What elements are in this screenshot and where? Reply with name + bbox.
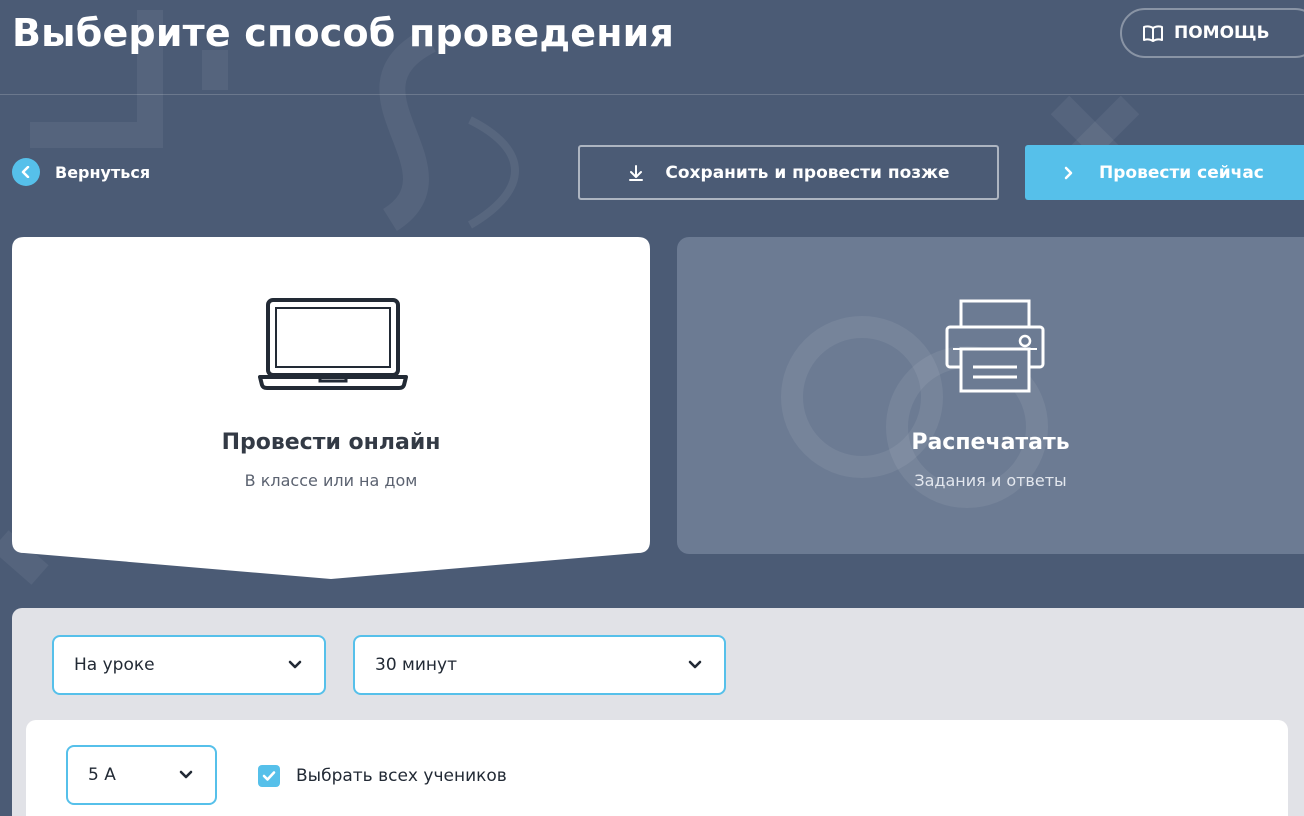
duration-select[interactable]: 30 минут <box>353 635 726 695</box>
back-link[interactable]: Вернуться <box>12 158 150 186</box>
lesson-type-value: На уроке <box>74 655 155 675</box>
mode-print-subtitle: Задания и ответы <box>914 471 1067 490</box>
mode-card-print[interactable]: Распечатать Задания и ответы <box>677 237 1304 554</box>
chevron-down-icon <box>179 770 193 780</box>
chevron-right-icon <box>1063 166 1075 180</box>
duration-value: 30 минут <box>375 655 457 675</box>
laptop-icon <box>258 297 408 393</box>
checkbox-checked-icon[interactable] <box>258 765 280 787</box>
book-icon <box>1142 24 1164 42</box>
chevron-down-icon <box>688 660 702 670</box>
save-later-label: Сохранить и провести позже <box>665 162 950 183</box>
help-button[interactable]: ПОМОЩЬ <box>1120 8 1304 58</box>
download-icon <box>627 164 645 182</box>
page-title: Выберите способ проведения <box>12 11 675 55</box>
chevron-down-icon <box>288 660 302 670</box>
card-decoration <box>781 316 1048 508</box>
save-later-button[interactable]: Сохранить и провести позже <box>578 145 999 200</box>
page: Выберите способ проведения ПОМОЩЬ Вернут… <box>0 0 1304 816</box>
mode-card-online[interactable]: Провести онлайн В классе или на дом <box>12 237 650 579</box>
mode-print-title: Распечатать <box>911 430 1070 455</box>
printer-icon <box>944 299 1046 395</box>
run-now-button[interactable]: Провести сейчас <box>1025 145 1304 200</box>
class-value: 5 А <box>88 765 116 785</box>
select-all-students-toggle[interactable]: Выбрать всех учеников <box>258 764 507 788</box>
header-divider <box>0 94 1304 95</box>
back-label: Вернуться <box>55 162 151 182</box>
card-shape <box>12 237 650 579</box>
help-label: ПОМОЩЬ <box>1174 23 1270 43</box>
students-card: 5 А Выбрать всех учеников <box>26 720 1288 816</box>
run-now-label: Провести сейчас <box>1099 162 1264 183</box>
class-select[interactable]: 5 А <box>66 745 217 805</box>
chevron-left-icon <box>12 158 40 186</box>
mode-online-title: Провести онлайн <box>221 430 441 455</box>
mode-online-subtitle: В классе или на дом <box>244 471 418 490</box>
settings-panel: На уроке 30 минут 5 А Выбрать всех учени… <box>12 608 1304 816</box>
lesson-type-select[interactable]: На уроке <box>52 635 326 695</box>
select-all-label: Выбрать всех учеников <box>296 766 507 786</box>
